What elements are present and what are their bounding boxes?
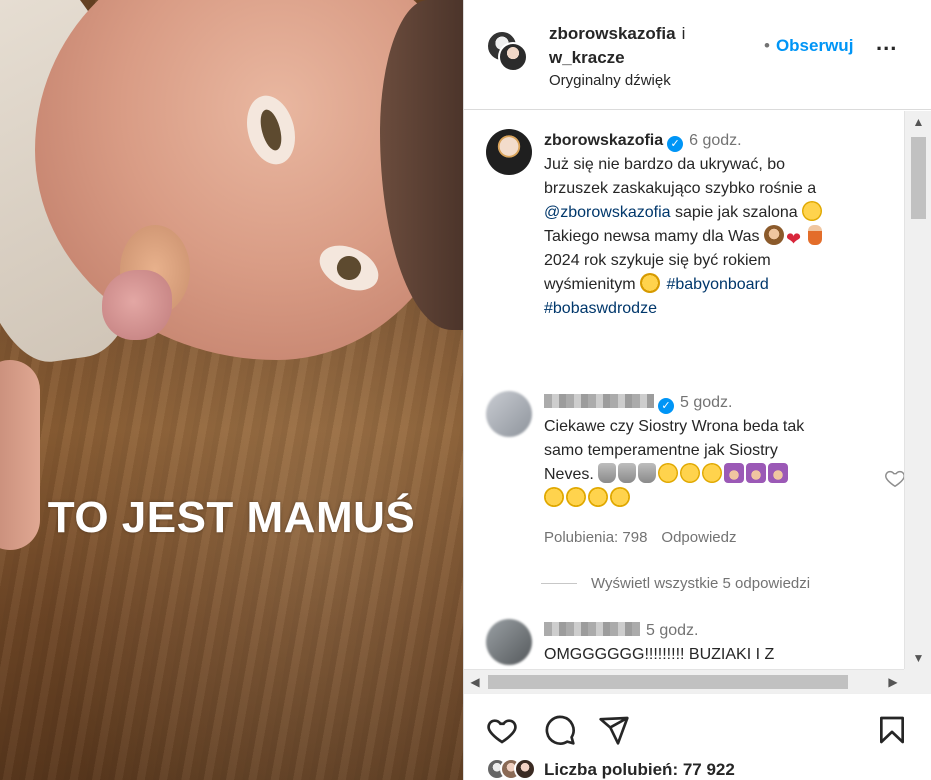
grinning-sweat-emoji-icon: [802, 201, 823, 221]
hashtag-link[interactable]: #bobaswdrodze: [544, 300, 657, 317]
scroll-right-icon[interactable]: ▶: [882, 670, 904, 694]
save-bookmark-icon[interactable]: [876, 714, 908, 746]
more-options-icon[interactable]: ...: [876, 32, 904, 56]
tornado-emoji-icon: [618, 463, 637, 483]
avatar: [498, 42, 528, 72]
rolling-laughing-emoji-icon: [566, 487, 586, 507]
comment-bubble-icon[interactable]: [544, 714, 576, 746]
post-side-panel: zborowskazofia i w_kracze Oryginalny dźwi…: [463, 0, 931, 780]
caption-text: sapie jak szalona: [670, 204, 798, 221]
avatar[interactable]: [486, 129, 532, 175]
post-media[interactable]: TO JEST MAMUŚ: [0, 0, 463, 780]
comment-item: ✓ 5 godz. Ciekawe czy Siostry Wrona beda …: [486, 391, 906, 551]
like-heart-icon[interactable]: [486, 714, 518, 746]
rolling-laughing-emoji-icon: [588, 487, 608, 507]
comment-line: Ciekawe czy Siostry Wrona beda tak: [544, 418, 805, 435]
caption-line: Takiego newsa mamy dla Was: [544, 225, 904, 249]
caption-line: wyśmienitym #babyonboard: [544, 273, 904, 297]
timestamp[interactable]: 5 godz.: [646, 622, 698, 639]
verified-badge-icon: ✓: [658, 398, 674, 414]
witch-emoji-icon: [768, 463, 789, 483]
mention-link[interactable]: @zborowskazofia: [544, 204, 671, 221]
verified-badge-icon: ✓: [667, 136, 684, 152]
comment-line: OMGGGGGG!!!!!!!!! BUZIAKI I Z: [544, 646, 775, 663]
comment-item: 5 godz. OMGGGGGG!!!!!!!!! BUZIAKI I Z: [486, 619, 906, 669]
collab-usernames: zborowskazofia i w_kracze: [549, 22, 685, 70]
comment-body: ✓ 5 godz. Ciekawe czy Siostry Wrona beda …: [544, 391, 904, 511]
caption-body: zborowskazofia ✓ 6 godz. Już się nie bardz…: [544, 129, 904, 321]
collab-avatars[interactable]: [486, 30, 528, 72]
tornado-emoji-icon: [638, 463, 657, 483]
likes-summary[interactable]: Liczba polubień: 77 922: [486, 758, 735, 780]
hashtag-link[interactable]: #babyonboard: [666, 276, 768, 293]
likes-count[interactable]: Liczba polubień: 77 922: [544, 760, 735, 779]
avatar[interactable]: [486, 391, 532, 437]
rolling-laughing-emoji-icon: [544, 487, 564, 507]
comment-text: Neves.: [544, 466, 594, 483]
comment-body: 5 godz. OMGGGGGG!!!!!!!!! BUZIAKI I Z: [544, 619, 904, 667]
post-actions: Liczba polubień: 77 922: [464, 693, 931, 780]
view-replies-button[interactable]: Wyświetl wszystkie 5 odpowiedzi: [541, 575, 810, 592]
star-struck-emoji-icon: [640, 273, 661, 293]
tornado-emoji-icon: [598, 463, 617, 483]
share-send-icon[interactable]: [598, 714, 630, 746]
scroll-up-icon[interactable]: ▲: [905, 111, 931, 133]
comments-list[interactable]: zborowskazofia ✓ 6 godz. Już się nie bardz…: [464, 111, 931, 669]
separator-dot: •: [764, 36, 770, 55]
caption-text: wyśmienitym: [544, 276, 636, 293]
heart-emoji-icon: [786, 229, 806, 249]
comment-likes-count[interactable]: Polubienia: 798: [544, 529, 647, 546]
caption-line: brzuszek zaskakująco szybko rośnie a: [544, 180, 817, 197]
reply-button[interactable]: Odpowiedz: [661, 529, 736, 546]
comment-meta: Polubienia: 798 Odpowiedz: [544, 529, 736, 546]
caption-line: Już się nie bardzo da ukrywać, bo: [544, 156, 786, 173]
timestamp[interactable]: 5 godz.: [680, 394, 732, 411]
divider: [541, 583, 577, 584]
username-link[interactable]: zborowskazofia: [544, 132, 663, 149]
media-overlay-text: TO JEST MAMUŚ: [47, 493, 416, 542]
blurred-username[interactable]: [544, 394, 654, 408]
see-no-evil-monkey-emoji-icon: [763, 225, 784, 245]
comment-line: [544, 487, 904, 511]
caption-line: @zborowskazofia sapie jak szalona: [544, 201, 904, 225]
follow-label: Obserwuj: [775, 36, 854, 55]
horizontal-scrollbar[interactable]: ◀ ▶: [464, 669, 904, 693]
follow-button[interactable]: • Obserwuj: [764, 36, 853, 56]
audio-link[interactable]: Oryginalny dźwięk: [549, 72, 671, 89]
like-comment-icon[interactable]: [884, 467, 906, 489]
username-link[interactable]: w_kracze: [549, 48, 625, 67]
neutral-face-emoji-icon: [658, 463, 679, 483]
pregnant-woman-emoji-icon: [807, 225, 822, 245]
caption-text: Takiego newsa mamy dla Was: [544, 228, 760, 245]
lips-shape: [102, 270, 172, 340]
username-link[interactable]: zborowskazofia: [549, 24, 676, 43]
avatar: [514, 758, 536, 780]
rolling-laughing-emoji-icon: [610, 487, 630, 507]
vertical-scrollbar[interactable]: ▲ ▼: [904, 111, 931, 669]
caption-item: zborowskazofia ✓ 6 godz. Już się nie bardz…: [486, 129, 906, 349]
scrollbar-corner: [904, 669, 931, 693]
comment-line: Neves.: [544, 463, 904, 487]
caption-line: #bobaswdrodze: [544, 297, 904, 321]
scrollbar-thumb[interactable]: [488, 675, 848, 689]
witch-emoji-icon: [746, 463, 767, 483]
neutral-face-emoji-icon: [702, 463, 723, 483]
witch-emoji-icon: [724, 463, 745, 483]
conjunction-text: i: [681, 24, 686, 43]
scrollbar-thumb[interactable]: [911, 137, 926, 219]
view-replies-label: Wyświetl wszystkie 5 odpowiedzi: [591, 575, 811, 592]
avatar[interactable]: [486, 619, 532, 665]
comment-line: samo temperamentne jak Siostry: [544, 442, 778, 459]
blurred-username[interactable]: [544, 622, 640, 636]
scroll-down-icon[interactable]: ▼: [905, 647, 931, 669]
neutral-face-emoji-icon: [680, 463, 701, 483]
scroll-left-icon[interactable]: ◀: [464, 670, 486, 694]
caption-line: 2024 rok szykuje się być rokiem: [544, 252, 771, 269]
post-header: zborowskazofia i w_kracze Oryginalny dźwi…: [464, 0, 931, 110]
timestamp[interactable]: 6 godz.: [689, 132, 741, 149]
